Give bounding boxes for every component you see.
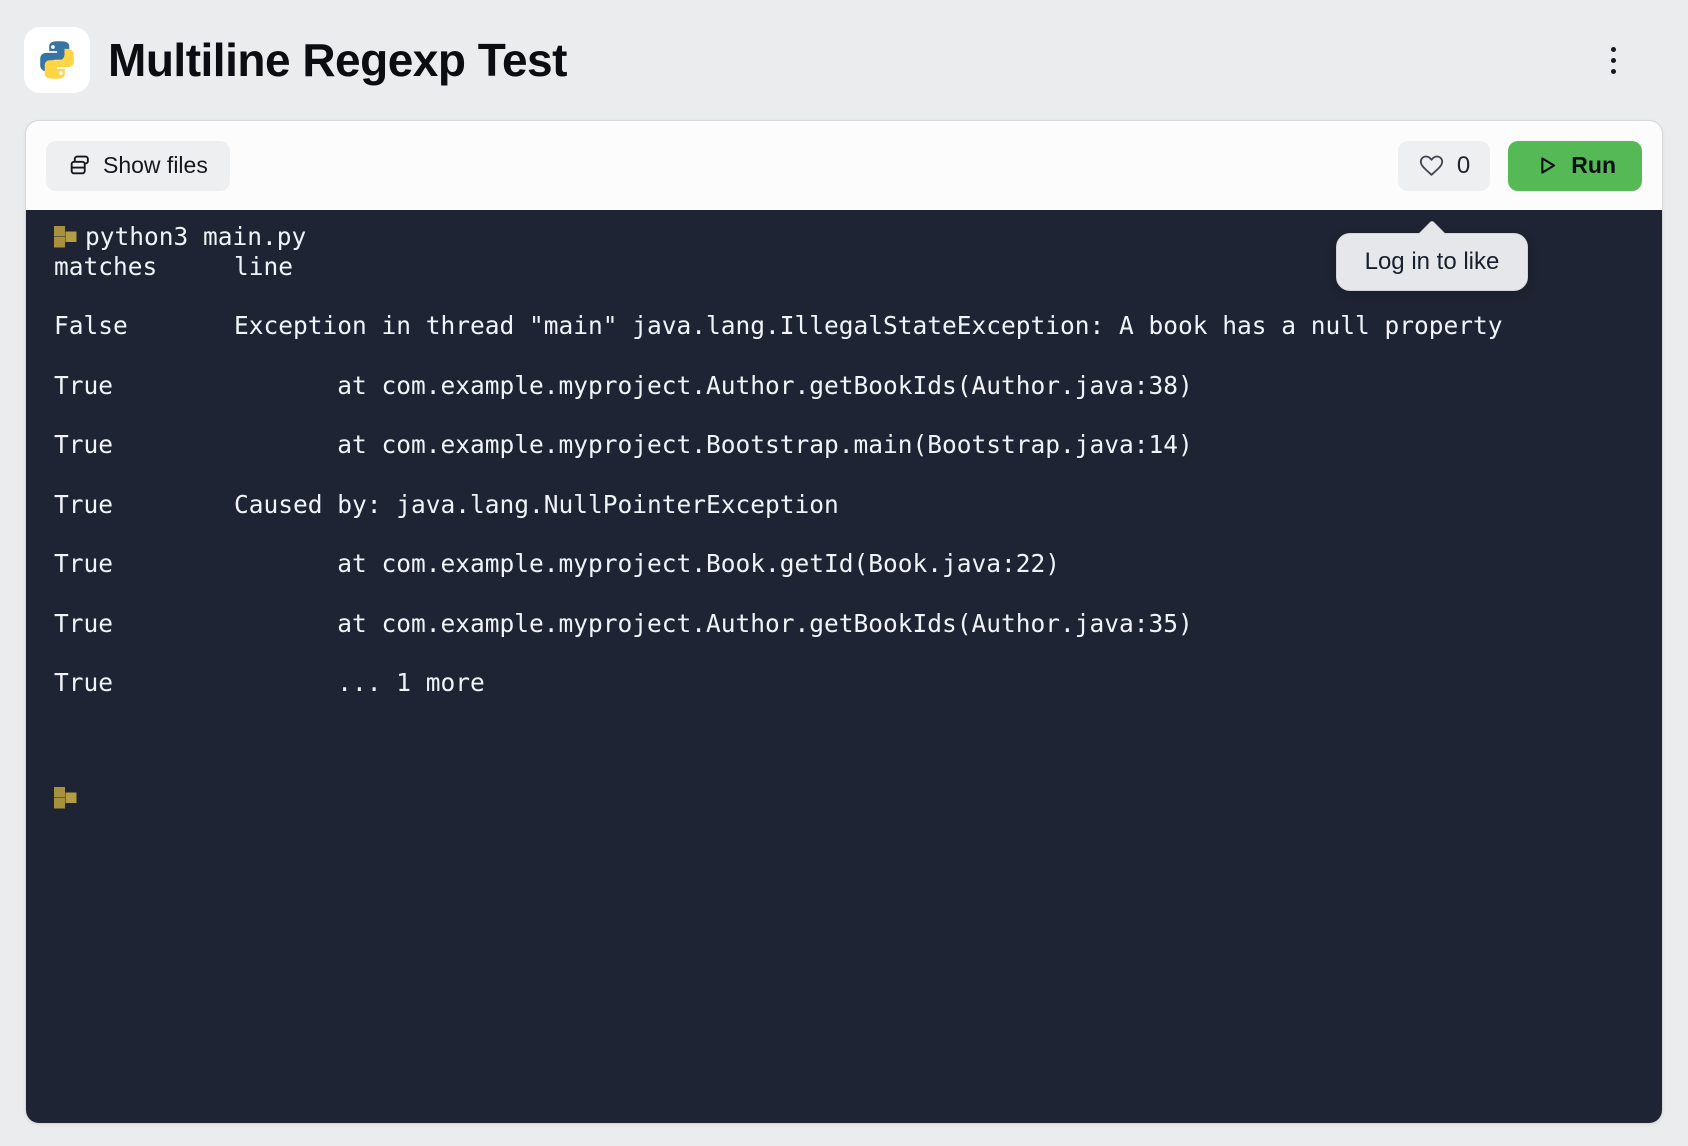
console-row-line: at com.example.myproject.Bootstrap.main(… [234,430,1193,459]
column-header-line: line [234,252,293,281]
prompt-arrow-icon [54,226,77,248]
heart-icon [1418,152,1445,179]
show-files-label: Show files [103,152,208,179]
play-icon [1534,153,1559,178]
console-row-line: Caused by: java.lang.NullPointerExceptio… [234,490,839,519]
kebab-dot [1611,58,1616,63]
page-title: Multiline Regexp Test [108,33,1596,87]
toolbar: Show files 0 Run [26,121,1662,210]
console-row-line: Exception in thread "main" java.lang.Ill… [234,311,1503,340]
like-count: 0 [1457,152,1470,180]
kebab-dot [1611,69,1616,74]
python-logo-icon [35,38,79,82]
console-rows: FalseException in thread "main" java.lan… [54,311,1662,698]
prompt-arrow-icon [54,787,77,809]
console-row: FalseException in thread "main" java.lan… [54,311,1662,341]
run-label: Run [1571,152,1616,179]
console-row: True at com.example.myproject.Bootstrap.… [54,430,1662,460]
app-logo [24,27,90,93]
console-row-matches: True [54,549,234,579]
console-row-line: at com.example.myproject.Author.getBookI… [234,371,1193,400]
console-output[interactable]: python3 main.py matchesline FalseExcepti… [26,210,1662,1123]
console-row: TrueCaused by: java.lang.NullPointerExce… [54,490,1662,520]
repl-card: Show files 0 Run Log in to like p [25,120,1663,1124]
console-row-matches: True [54,371,234,401]
app-header: Multiline Regexp Test [0,0,1688,120]
console-command: python3 main.py [85,222,306,252]
console-row-matches: True [54,609,234,639]
kebab-dot [1611,47,1616,52]
console-row: True ... 1 more [54,668,1662,698]
show-files-button[interactable]: Show files [46,141,230,191]
console-row-matches: False [54,311,234,341]
column-header-matches: matches [54,252,234,282]
console-row-line: at com.example.myproject.Author.getBookI… [234,609,1193,638]
overflow-menu-button[interactable] [1596,38,1630,82]
console-row-matches: True [54,430,234,460]
tooltip-text: Log in to like [1365,248,1500,276]
files-stack-icon [68,154,91,177]
like-button[interactable]: 0 [1398,141,1490,191]
console-row-matches: True [54,490,234,520]
console-idle-prompt [54,787,1662,809]
console-row: True at com.example.myproject.Author.get… [54,371,1662,401]
console-row: True at com.example.myproject.Author.get… [54,609,1662,639]
console-row-line: ... 1 more [234,668,485,697]
run-button[interactable]: Run [1508,141,1642,191]
login-to-like-tooltip: Log in to like [1336,233,1528,291]
console-row: True at com.example.myproject.Book.getId… [54,549,1662,579]
console-row-line: at com.example.myproject.Book.getId(Book… [234,549,1060,578]
console-row-matches: True [54,668,234,698]
